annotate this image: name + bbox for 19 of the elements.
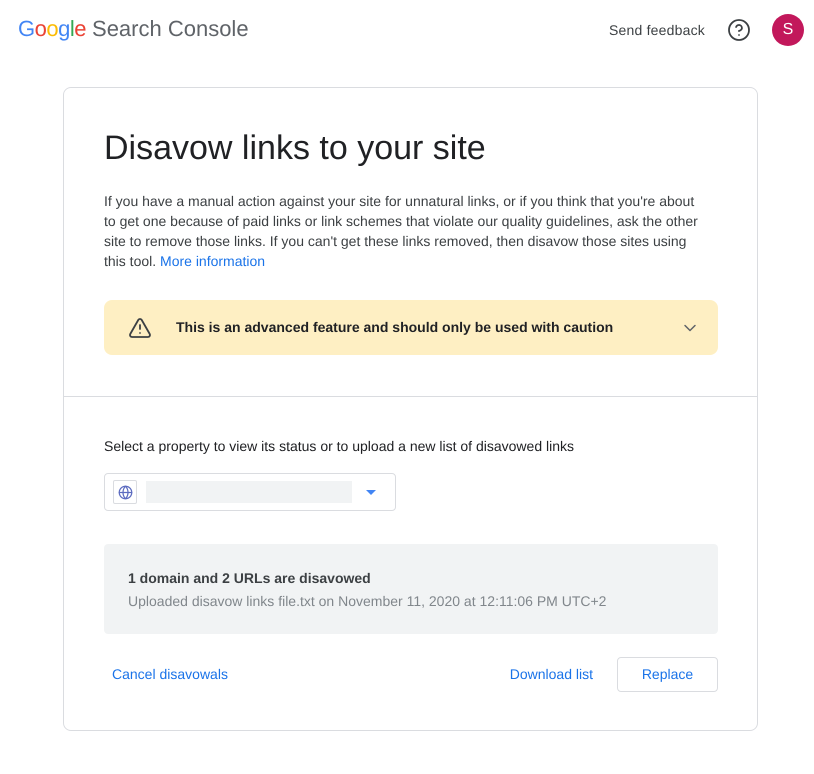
status-summary: 1 domain and 2 URLs are disavowed [128,568,372,588]
status-detail: Uploaded disavow links file.txt on November 11, 2020 at 12:11:06 PM UTC+2 [128,592,608,610]
select-label: Select a property to view its status or to upload a new list of disavowed links [104,437,576,456]
warning-text: This is an advanced feature and should only be used with caution [176,318,614,337]
warning-icon [128,316,152,340]
link-button[interactable]: Download list [502,657,601,692]
avatar[interactable]: S [772,14,804,46]
logo-text[interactable]: Google [18,15,86,43]
dropdown-caret-icon [366,490,376,494]
help-icon[interactable] [727,18,751,42]
link-button[interactable]: Cancel disavowals [104,657,236,692]
send-feedback-button[interactable]: Send feedback [600,14,713,46]
page-title: Disavow links to your site [104,128,487,169]
warning-banner[interactable]: This is an advanced feature and should only be used with caution [104,300,718,355]
product-name: Search Console [92,15,249,43]
outlined-button[interactable]: Replace [617,657,718,692]
description-text: If you have a manual action against your site for unnatural links, or if you think that you're about to get one because of paid links or link schemes that violate our quality guidelines, ask the other site to remove those links. If you can't get these links removed, then disavow those sites using this tool. More information [104,192,699,271]
globe-icon [113,480,137,504]
more-information-link[interactable]: More information [160,253,266,269]
